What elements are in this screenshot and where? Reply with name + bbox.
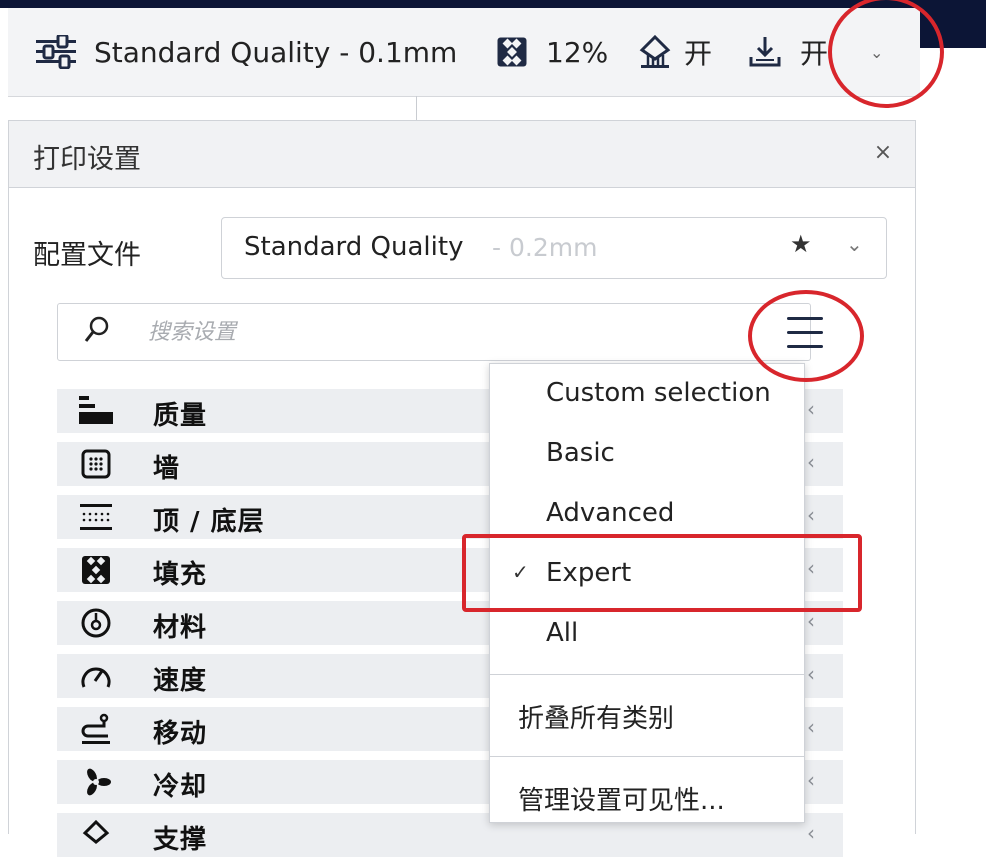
category-label: 质量 [153,401,208,431]
profile-label: 配置文件 [33,240,141,271]
profile-summary[interactable]: Standard Quality - 0.1mm [36,8,457,96]
menu-item-label: 管理设置可见性... [518,786,725,816]
menu-item-label: All [546,618,579,648]
travel-icon [79,713,113,745]
top-bottom-icon [79,501,113,533]
adhesion-summary[interactable]: 开 [748,8,828,96]
menu-item-custom-selection[interactable]: Custom selection [490,366,804,422]
chevron-down-icon: ⌄ [846,232,863,256]
quality-icon [79,395,113,427]
profile-name: Standard Quality [244,232,464,262]
menu-item-label: Basic [546,438,615,468]
support-icon [638,34,672,69]
category-label: 填充 [153,560,208,590]
chevron-left-icon: ‹ [807,768,815,792]
chevron-left-icon: ‹ [807,503,815,527]
print-settings-panel: 打印设置 × 配置文件 Standard Quality - 0.2mm ★ ⌄… [8,120,916,857]
infill-summary[interactable]: 12% [496,8,608,96]
adhesion-value: 开 [800,37,829,70]
annotation-circle-menu-button [748,290,864,382]
menu-item-all[interactable]: All [490,606,804,662]
menu-divider [490,756,804,757]
category-label: 顶 / 底层 [153,507,265,537]
fan-icon [79,766,113,798]
search-icon [84,316,110,348]
menu-divider [490,674,804,675]
menu-item-label: Advanced [546,498,675,528]
chevron-left-icon: ‹ [807,715,815,739]
chevron-left-icon: ‹ [807,450,815,474]
infill-icon [496,36,528,68]
close-icon[interactable]: × [869,139,897,167]
search-input[interactable] [146,314,690,350]
panel-header: 打印设置 × [9,121,915,188]
category-label: 墙 [153,454,181,484]
infill-percent: 12% [546,35,609,69]
annotation-rect-expert [462,534,862,612]
star-icon[interactable]: ★ [790,230,812,258]
window-top-strip [0,0,986,8]
profile-summary-label: Standard Quality - 0.1mm [94,35,458,69]
support-summary[interactable]: 开 [638,8,712,96]
wall-icon [79,448,113,480]
menu-item-label: Custom selection [546,378,771,408]
menu-item-basic[interactable]: Basic [490,426,804,482]
profile-layer-height: - 0.2mm [492,233,598,262]
category-label: 材料 [153,613,208,643]
print-settings-toolbar[interactable]: Standard Quality - 0.1mm 12% 开 开 ⌄ [8,8,920,97]
material-icon [79,607,113,639]
adhesion-icon [748,35,782,69]
collapse-all-categories-item[interactable]: 折叠所有类别 [490,686,804,742]
settings-sliders-icon [36,33,76,70]
category-label: 速度 [153,666,208,696]
support-value: 开 [684,37,713,70]
chevron-left-icon: ‹ [807,662,815,686]
category-label: 移动 [153,719,208,749]
profile-dropdown[interactable]: Standard Quality - 0.2mm ★ ⌄ [221,217,887,279]
category-label: 支撑 [153,825,208,855]
chevron-left-icon: ‹ [807,397,815,421]
category-label: 冷却 [153,772,208,802]
support-icon [79,819,113,851]
search-settings-box[interactable] [57,303,811,361]
speed-icon [79,660,113,692]
panel-title: 打印设置 [33,144,141,175]
infill-icon [79,554,113,586]
menu-item-label: 折叠所有类别 [518,704,675,734]
toolbar-divider [416,96,417,120]
annotation-circle-toolbar [828,0,944,108]
manage-setting-visibility-item[interactable]: 管理设置可见性... [490,768,804,824]
chevron-left-icon: ‹ [807,609,815,633]
chevron-left-icon: ‹ [807,821,815,845]
